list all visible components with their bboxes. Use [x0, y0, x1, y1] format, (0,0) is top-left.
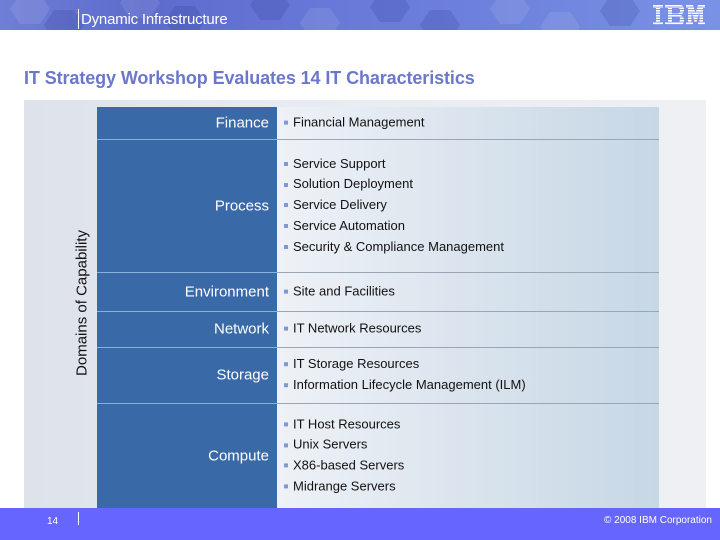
hexagon-decoration: [370, 0, 410, 22]
row-divider: [277, 139, 659, 140]
square-bullet-icon: [284, 422, 288, 427]
characteristic-item: Security & Compliance Management: [284, 237, 504, 258]
row-divider: [277, 272, 659, 273]
hexagon-decoration: [10, 0, 50, 24]
domain-label: Environment: [184, 283, 269, 300]
characteristics-list: IT Host Resources Unix Servers X86-based S…: [284, 414, 404, 497]
characteristic-item: Midrange Servers: [284, 476, 404, 497]
header-divider: [78, 9, 79, 29]
characteristic-item: Service Delivery: [284, 195, 504, 216]
slide-title: IT Strategy Workshop Evaluates 14 IT Cha…: [24, 68, 475, 88]
characteristic-text: Service Delivery: [293, 197, 387, 213]
square-bullet-icon: [284, 463, 288, 468]
characteristic-text: Security & Compliance Management: [293, 238, 504, 254]
characteristic-item: IT Network Resources: [284, 319, 421, 340]
row-divider: [97, 272, 277, 273]
characteristic-text: Midrange Servers: [293, 478, 396, 494]
characteristic-text: Site and Facilities: [293, 283, 395, 299]
row-divider: [97, 311, 277, 312]
characteristic-text: Service Support: [293, 155, 386, 171]
axis-label: Domains of Capability: [73, 230, 91, 376]
characteristic-text: IT Storage Resources: [293, 356, 420, 372]
characteristic-text: Information Lifecycle Management (ILM): [293, 377, 526, 392]
characteristic-item: X86-based Servers: [284, 456, 404, 477]
domain-row-storage: Storage IT Storage Resources Information L…: [97, 347, 659, 403]
copyright-text: © 2008 IBM Corporation: [604, 515, 712, 526]
characteristic-text: Unix Servers: [293, 436, 368, 452]
characteristics-list: Service Support Solution Deployment Servic…: [284, 154, 504, 258]
characteristic-item: Service Automation: [284, 216, 504, 237]
hexagon-decoration: [540, 12, 580, 30]
characteristic-item: Financial Management: [284, 113, 425, 134]
square-bullet-icon: [284, 161, 288, 166]
characteristics-list: Site and Facilities: [284, 281, 395, 302]
square-bullet-icon: [284, 120, 288, 125]
page-number: 14: [47, 516, 59, 527]
characteristic-item: Information Lifecycle Management (ILM): [284, 375, 526, 396]
footer-divider: [78, 512, 79, 525]
footer-bar: 14 © 2008 IBM Corporation: [0, 508, 720, 540]
domain-label: Finance: [215, 114, 269, 132]
row-divider: [277, 403, 659, 404]
square-bullet-icon: [284, 326, 288, 331]
domain-label: Network: [213, 320, 269, 338]
characteristic-text: IT Host Resources: [293, 415, 401, 431]
domain-label: Process: [214, 197, 269, 214]
row-divider: [97, 139, 277, 140]
square-bullet-icon: [284, 484, 288, 489]
hexagon-decoration: [420, 10, 460, 30]
row-divider: [97, 403, 277, 404]
domain-row-process: Process Service Support Solution Deploymen…: [97, 139, 659, 272]
characteristic-item: IT Host Resources: [284, 414, 404, 435]
characteristic-text: Service Automation: [293, 217, 406, 233]
square-bullet-icon: [284, 182, 288, 187]
characteristic-text: Financial Management: [293, 114, 425, 130]
characteristic-item: IT Storage Resources: [284, 354, 526, 375]
square-bullet-icon: [284, 245, 288, 250]
row-divider: [277, 311, 659, 312]
ibm-logo: [653, 5, 705, 25]
square-bullet-icon: [284, 203, 288, 208]
hexagon-decoration: [250, 0, 290, 20]
characteristics-list: Financial Management: [284, 113, 425, 134]
hexagon-decoration: [490, 0, 530, 24]
header-title: Dynamic Infrastructure: [81, 11, 228, 28]
row-divider: [277, 347, 659, 348]
square-bullet-icon: [284, 362, 288, 367]
characteristic-item: Service Support: [284, 154, 504, 175]
characteristic-text: IT Network Resources: [293, 320, 422, 336]
row-divider: [97, 347, 277, 348]
domain-row-compute: Compute IT Host Resources Unix Servers X86-…: [97, 403, 659, 508]
square-bullet-icon: [284, 383, 288, 388]
characteristic-item: Unix Servers: [284, 435, 404, 456]
hexagon-decoration: [300, 8, 340, 30]
domain-row-network: Network IT Network Resources: [97, 311, 659, 347]
header-banner: Dynamic Infrastructure: [0, 0, 720, 30]
characteristic-text: Solution Deployment: [293, 176, 413, 192]
square-bullet-icon: [284, 224, 288, 229]
characteristics-list: IT Network Resources: [284, 319, 421, 340]
square-bullet-icon: [284, 443, 288, 448]
domain-label: Storage: [216, 366, 269, 384]
characteristic-item: Site and Facilities: [284, 281, 395, 302]
characteristic-item: Solution Deployment: [284, 174, 504, 195]
ibm-logo-icon: [653, 5, 705, 25]
domain-row-finance: Finance Financial Management: [97, 107, 659, 139]
characteristics-list: IT Storage Resources Information Lifecycl…: [284, 354, 526, 396]
domain-row-environment: Environment Site and Facilities: [97, 272, 659, 311]
characteristic-text: X86-based Servers: [293, 457, 405, 473]
domain-label: Compute: [208, 447, 269, 464]
hexagon-decoration: [600, 0, 640, 26]
square-bullet-icon: [284, 289, 288, 294]
